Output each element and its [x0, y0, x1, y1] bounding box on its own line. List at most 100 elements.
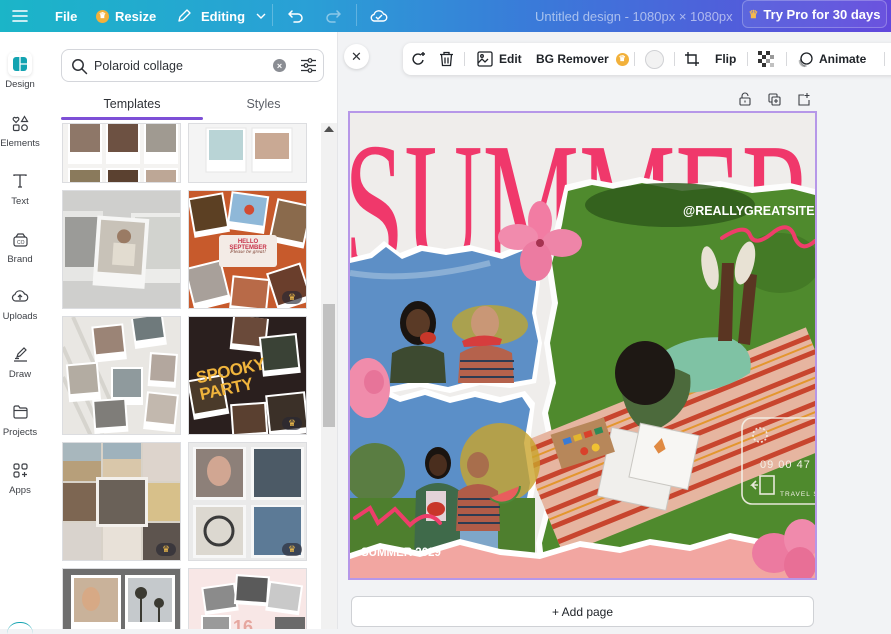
- undo-button[interactable]: [287, 0, 304, 32]
- rail-item-uploads[interactable]: Uploads: [0, 284, 40, 322]
- bg-remover-label: BG Remover: [536, 52, 609, 66]
- try-pro-label: Try Pro for 30 days: [763, 6, 881, 22]
- divider: [464, 52, 465, 66]
- left-rail: Design Elements Text CO Brand Uploads Dr…: [0, 32, 40, 629]
- undo-icon: [288, 10, 303, 23]
- active-tab-indicator: [61, 117, 203, 120]
- search-input[interactable]: [94, 50, 264, 81]
- template-card[interactable]: HELLO SEPTEMBER Please be great! ♛: [188, 190, 307, 309]
- template-card[interactable]: [62, 316, 181, 435]
- search-icon: [72, 59, 88, 75]
- transparency-icon: [758, 51, 774, 67]
- tab-styles[interactable]: Styles: [203, 90, 324, 118]
- tab-templates[interactable]: Templates: [61, 90, 203, 118]
- template-card[interactable]: [188, 123, 307, 183]
- filter-icon[interactable]: [300, 57, 317, 74]
- editing-label: Editing: [201, 8, 246, 24]
- color-swatch: [645, 49, 664, 69]
- design-canvas[interactable]: SUMMER: [348, 111, 817, 580]
- edit-image-icon: [477, 51, 493, 67]
- template-card[interactable]: 16: [188, 568, 307, 629]
- rail-item-draw[interactable]: Draw: [0, 342, 40, 380]
- rail-item-apps[interactable]: Apps: [0, 458, 40, 496]
- footer-text[interactable]: SUMMER 2029: [361, 547, 441, 559]
- brand-icon: CO: [8, 227, 32, 251]
- divider: [747, 52, 748, 66]
- duplicate-page-button[interactable]: [767, 92, 781, 106]
- rail-item-elements[interactable]: Elements: [0, 111, 40, 149]
- color-button[interactable]: [645, 43, 664, 75]
- apps-icon: [8, 458, 32, 482]
- edit-image-button[interactable]: Edit: [477, 43, 522, 75]
- flip-button[interactable]: Flip: [715, 43, 736, 75]
- top-bar: File ♛ Resize Editing Untitled design - …: [0, 0, 891, 32]
- panel-scrollbar[interactable]: [321, 123, 337, 629]
- resize-button[interactable]: ♛ Resize: [96, 0, 156, 32]
- template-thumbnail: [68, 124, 178, 182]
- template-card[interactable]: [62, 190, 181, 309]
- rail-item-design[interactable]: Design: [0, 52, 40, 90]
- chevron-down-icon: [256, 13, 266, 19]
- template-card[interactable]: SPOOKY PARTY ♛: [188, 316, 307, 435]
- crown-icon: ♛: [287, 544, 297, 554]
- template-card[interactable]: [62, 568, 181, 629]
- editing-mode-dropdown[interactable]: Editing: [176, 0, 267, 32]
- close-panel-button[interactable]: ✕: [344, 44, 369, 69]
- template-subtitle: Please be great!: [230, 249, 266, 255]
- person-hair: [615, 341, 675, 405]
- save-status-button[interactable]: [369, 0, 388, 32]
- lock-page-button[interactable]: [738, 92, 752, 106]
- scroll-up-arrow-icon[interactable]: [324, 126, 334, 132]
- template-card[interactable]: ♛: [188, 442, 307, 561]
- template-thumbnail: [63, 317, 179, 434]
- main-menu-button[interactable]: [12, 0, 28, 32]
- document-title[interactable]: Untitled design - 1080px × 1080px: [535, 0, 733, 32]
- handle-text[interactable]: @REALLYGREATSITE: [683, 204, 815, 218]
- rail-item-projects[interactable]: Projects: [0, 400, 40, 438]
- replace-icon: [412, 51, 425, 65]
- rail-label: Uploads: [2, 311, 38, 322]
- divider: [634, 52, 635, 66]
- crown-icon: ♛: [287, 292, 297, 302]
- try-pro-button[interactable]: ♛ Try Pro for 30 days: [742, 0, 887, 28]
- rail-item-brand[interactable]: CO Brand: [0, 227, 40, 265]
- animate-button[interactable]: Animate: [797, 43, 866, 75]
- transparency-button[interactable]: [758, 43, 774, 75]
- template-card[interactable]: ♛: [62, 442, 181, 561]
- close-icon: ×: [276, 60, 283, 71]
- text-icon: [8, 169, 32, 193]
- rail-item-text[interactable]: Text: [0, 169, 40, 207]
- delete-button[interactable]: [439, 43, 454, 75]
- redo-icon: [326, 10, 341, 23]
- divider: [884, 52, 885, 66]
- scrollbar-thumb[interactable]: [323, 304, 335, 427]
- edit-label: Edit: [499, 52, 522, 66]
- template-thumbnail: [63, 211, 180, 289]
- rail-label: Design: [5, 79, 35, 90]
- search-box: ×: [61, 49, 324, 82]
- clear-search-button[interactable]: ×: [273, 59, 286, 72]
- folder-icon: [8, 400, 32, 424]
- divider: [786, 52, 787, 66]
- divider: [272, 4, 273, 26]
- bg-remover-button[interactable]: BG Remover ♛: [536, 43, 629, 75]
- trash-icon: [440, 51, 453, 67]
- add-page-icon-button[interactable]: [796, 92, 810, 106]
- divider: [674, 52, 675, 66]
- template-thumbnail: [71, 575, 175, 629]
- add-page-button[interactable]: + Add page: [351, 596, 814, 627]
- image-context-toolbar: Edit BG Remover ♛ Flip Animate: [403, 43, 891, 75]
- template-card[interactable]: [62, 123, 181, 183]
- crop-button[interactable]: [684, 43, 700, 75]
- premium-badge: ♛: [156, 543, 176, 556]
- replace-button[interactable]: [410, 43, 427, 75]
- add-page-label: + Add page: [551, 604, 614, 619]
- rail-label: Elements: [0, 138, 40, 149]
- redo-button[interactable]: [325, 0, 342, 32]
- file-menu-button[interactable]: File: [55, 0, 77, 32]
- close-icon: ✕: [351, 48, 362, 64]
- panel-tabs: Templates Styles: [61, 90, 324, 120]
- help-icon[interactable]: [7, 622, 33, 634]
- crown-icon: ♛: [96, 9, 109, 23]
- template-title: 16: [233, 617, 254, 629]
